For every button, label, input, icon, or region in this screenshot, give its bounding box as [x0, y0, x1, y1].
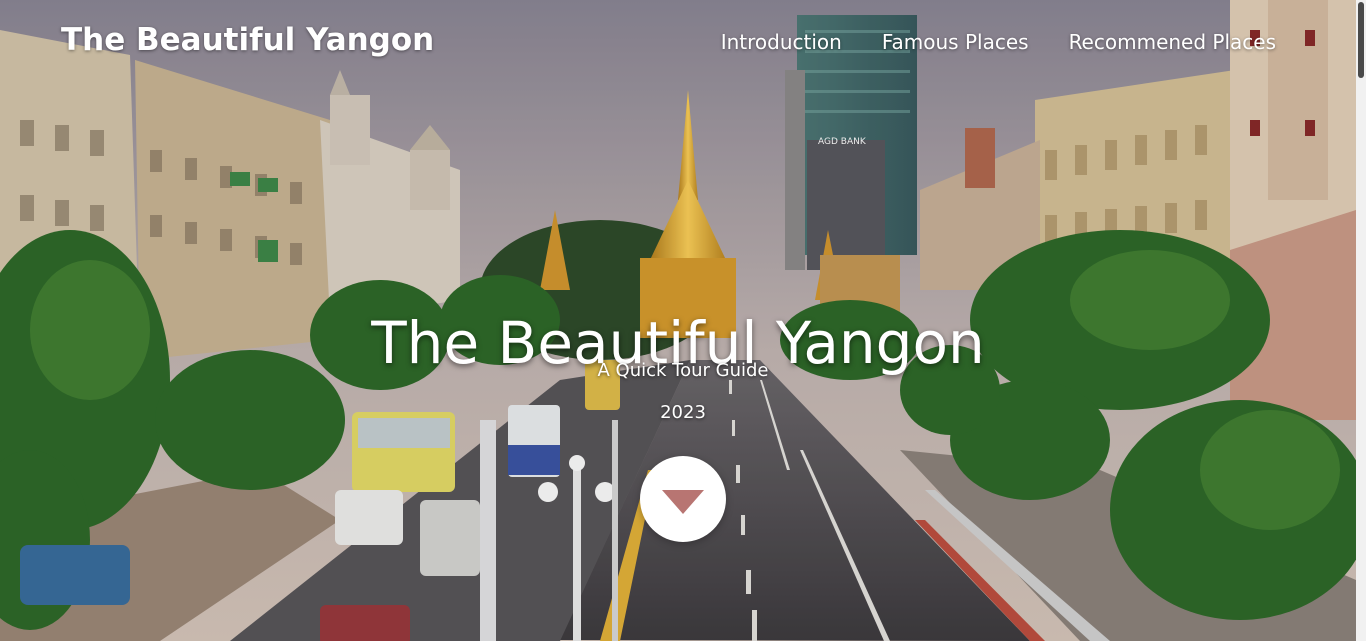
- main-nav: Introduction Famous Places Recommened Pl…: [721, 30, 1276, 54]
- hero-year: 2023: [660, 402, 706, 423]
- page-scrollbar[interactable]: [1356, 0, 1366, 641]
- scrollbar-thumb[interactable]: [1358, 2, 1364, 78]
- nav-link-famous-places[interactable]: Famous Places: [882, 30, 1029, 54]
- nav-link-introduction[interactable]: Introduction: [721, 30, 842, 54]
- nav-link-recommended-places[interactable]: Recommened Places: [1069, 30, 1276, 54]
- brand-logo-link[interactable]: The Beautiful Yangon: [61, 22, 434, 58]
- hero-section: AGD BANK The Beautiful Yangon Introducti…: [0, 0, 1356, 641]
- scroll-down-button[interactable]: [640, 456, 726, 542]
- hero-subtitle: A Quick Tour Guide: [597, 360, 769, 381]
- chevron-down-icon: [662, 490, 704, 514]
